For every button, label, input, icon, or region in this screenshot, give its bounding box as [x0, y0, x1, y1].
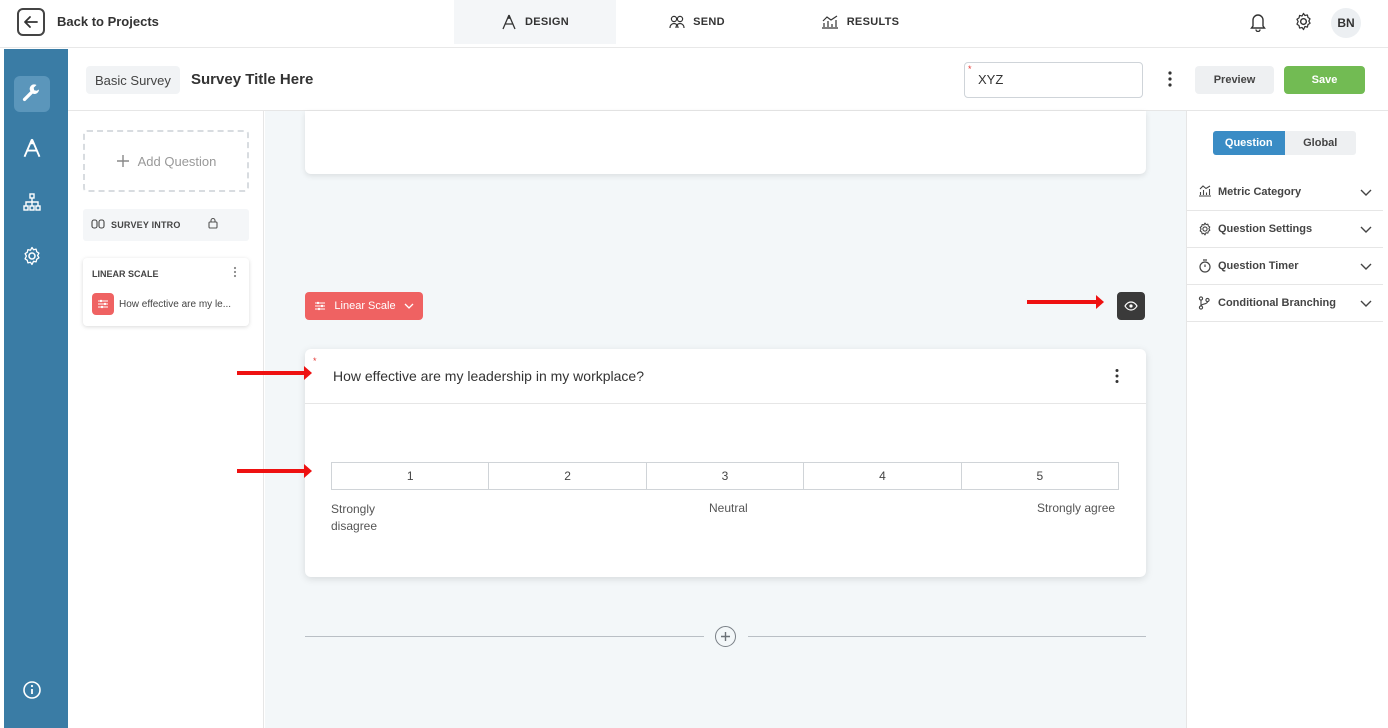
lock-icon: [208, 217, 218, 229]
tab-global[interactable]: Global: [1285, 131, 1357, 155]
survey-name-input[interactable]: * XYZ: [964, 62, 1143, 98]
add-divider-line: [748, 636, 1146, 637]
tab-design[interactable]: DESIGN: [454, 0, 616, 44]
annotation-arrowhead: [304, 464, 312, 478]
question-card-preview: How effective are my le...: [119, 299, 232, 310]
accordion-label: Question Settings: [1218, 223, 1313, 235]
hierarchy-icon[interactable]: [14, 184, 50, 220]
linear-scale-icon: [92, 293, 114, 315]
more-options-icon[interactable]: [232, 266, 238, 278]
scale-option[interactable]: 5: [962, 463, 1118, 489]
scale-label-right: Strongly agree: [1037, 501, 1116, 515]
tab-question[interactable]: Question: [1213, 131, 1285, 155]
chevron-down-icon: [1360, 300, 1372, 307]
annotation-arrowhead: [1096, 295, 1104, 309]
survey-type-chip[interactable]: Basic Survey: [86, 66, 180, 94]
users-icon: [669, 15, 685, 29]
linear-scale-icon: [314, 300, 326, 312]
more-options-icon[interactable]: [1165, 70, 1175, 88]
scale-option[interactable]: 4: [804, 463, 962, 489]
survey-name-value: XYZ: [978, 72, 1004, 87]
scale-option[interactable]: 2: [489, 463, 647, 489]
back-to-projects-link[interactable]: Back to Projects: [57, 14, 159, 29]
branch-icon: [1198, 296, 1210, 310]
add-question-label: Add Question: [137, 153, 217, 169]
settings-tabs: Question Global: [1213, 131, 1356, 155]
scale-option[interactable]: 3: [647, 463, 805, 489]
scale-label-left: Strongly disagree: [331, 502, 378, 533]
save-button[interactable]: Save: [1284, 66, 1365, 94]
tab-send[interactable]: SEND: [652, 0, 742, 44]
tab-send-label: SEND: [693, 16, 725, 28]
gear-icon[interactable]: [14, 238, 50, 274]
tab-results[interactable]: RESULTS: [810, 0, 910, 44]
back-arrow-icon[interactable]: [17, 8, 45, 36]
bell-icon[interactable]: [1249, 12, 1267, 32]
scale-option[interactable]: 1: [332, 463, 490, 489]
intro-icon: [91, 219, 105, 229]
question-type-label: Linear Scale: [334, 300, 396, 312]
design-icon[interactable]: [14, 130, 50, 166]
question-card-type: LINEAR SCALE: [92, 269, 159, 279]
avatar[interactable]: BN: [1331, 8, 1361, 38]
survey-title[interactable]: Survey Title Here: [191, 71, 313, 88]
annotation-arrow: [237, 469, 307, 473]
question-type-dropdown[interactable]: Linear Scale: [305, 292, 423, 320]
results-chart-icon: [821, 15, 839, 29]
more-options-icon[interactable]: [1112, 368, 1122, 384]
question-list-panel: [68, 111, 264, 728]
gear-icon[interactable]: [1294, 12, 1313, 31]
required-marker: *: [968, 64, 972, 74]
chevron-down-icon: [1360, 226, 1372, 233]
chevron-down-icon: [1360, 263, 1372, 270]
add-divider-line: [305, 636, 704, 637]
survey-intro-label: SURVEY INTRO: [111, 220, 181, 230]
add-question-plus-icon[interactable]: [715, 626, 736, 647]
card-divider: [305, 403, 1146, 404]
scale-label-mid: Neutral: [709, 501, 748, 515]
annotation-arrow: [1027, 300, 1099, 304]
info-icon[interactable]: [14, 672, 50, 708]
accordion-label: Conditional Branching: [1218, 297, 1336, 309]
chevron-down-icon: [1360, 189, 1372, 196]
settings-gear-icon: [1198, 222, 1212, 236]
annotation-arrowhead: [304, 366, 312, 380]
design-icon: [501, 14, 517, 30]
eye-icon: [1124, 301, 1138, 311]
metric-chart-icon: [1198, 185, 1212, 197]
wrench-icon[interactable]: [14, 76, 50, 112]
accordion-label: Question Timer: [1218, 260, 1299, 272]
linear-scale: 1 2 3 4 5: [331, 462, 1119, 490]
preview-button[interactable]: Preview: [1195, 66, 1274, 94]
previous-question-card[interactable]: [305, 111, 1146, 174]
chevron-down-icon: [404, 303, 414, 309]
add-question-button[interactable]: Add Question: [83, 130, 249, 192]
accordion-label: Metric Category: [1218, 186, 1302, 198]
required-marker: *: [313, 356, 317, 366]
annotation-arrow: [237, 371, 307, 375]
plus-icon: [116, 154, 130, 168]
tab-design-label: DESIGN: [525, 16, 569, 28]
timer-icon: [1198, 259, 1212, 273]
question-text[interactable]: How effective are my leadership in my wo…: [333, 368, 644, 384]
tab-results-label: RESULTS: [846, 16, 900, 28]
preview-eye-button[interactable]: [1117, 292, 1145, 320]
